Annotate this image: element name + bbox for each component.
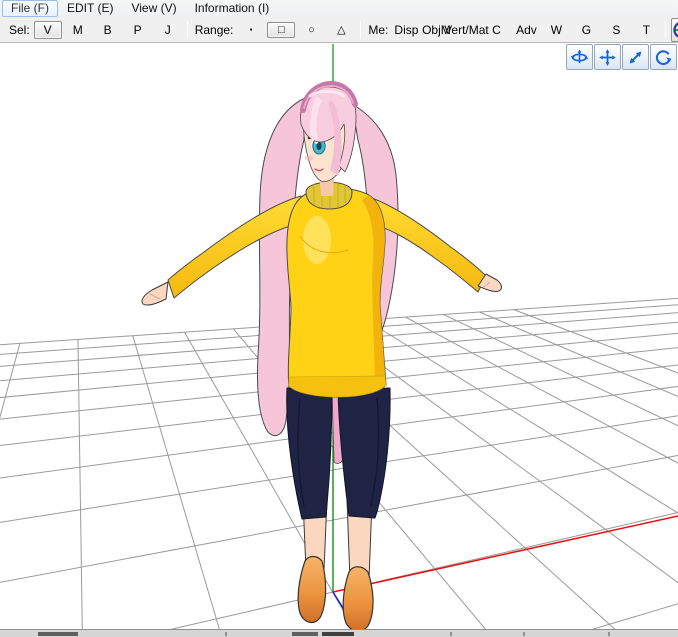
menu-view[interactable]: View (V) bbox=[122, 0, 185, 17]
panel-edge-segment bbox=[38, 632, 78, 636]
range-circle-button[interactable]: ○ bbox=[297, 22, 325, 38]
pan-view-icon bbox=[599, 48, 616, 66]
pants-right-leg bbox=[337, 387, 391, 519]
me-vertmat-button[interactable]: Vert/Mat bbox=[444, 21, 489, 39]
range-point-button[interactable]: · bbox=[237, 20, 265, 39]
sel-label: Sel: bbox=[9, 22, 30, 37]
separator bbox=[665, 20, 667, 39]
range-label: Range: bbox=[194, 22, 234, 37]
menu-bar: File (F) EDIT (E) View (V) Information (… bbox=[0, 0, 678, 17]
orbit-view-button[interactable] bbox=[566, 44, 593, 70]
panel-edge-segment bbox=[292, 632, 318, 636]
axis-gizmo-icon bbox=[673, 22, 678, 37]
viewport-nav-strip bbox=[566, 44, 677, 70]
panel-edge-tick bbox=[225, 632, 227, 636]
menu-information[interactable]: Information (I) bbox=[186, 0, 279, 17]
axis-gizmo-toggle[interactable] bbox=[671, 17, 678, 42]
separator bbox=[360, 20, 362, 39]
sel-physics-button[interactable]: P bbox=[124, 21, 152, 39]
panel-edge-tick bbox=[450, 632, 452, 636]
separator bbox=[186, 20, 188, 39]
me-label: Me: bbox=[368, 22, 389, 37]
panel-edge-tick bbox=[523, 632, 525, 636]
left-shoe bbox=[297, 555, 327, 623]
rotate-view-icon bbox=[655, 49, 672, 65]
sel-vertex-button[interactable]: V bbox=[33, 20, 62, 39]
me-adv-button[interactable]: Adv bbox=[512, 21, 540, 39]
sel-material-button[interactable]: M bbox=[64, 21, 92, 39]
pan-view-button[interactable] bbox=[594, 44, 621, 70]
viewport-canvas[interactable] bbox=[0, 43, 678, 630]
left-hand bbox=[141, 281, 169, 306]
me-w-button[interactable]: W bbox=[542, 21, 570, 39]
menu-file[interactable]: File (F) bbox=[2, 0, 58, 17]
zoom-view-icon bbox=[629, 51, 642, 63]
pants-left-leg bbox=[286, 387, 333, 520]
viewport bbox=[0, 43, 678, 630]
bottom-panel-edge bbox=[0, 629, 678, 637]
zoom-view-button[interactable] bbox=[622, 44, 649, 70]
pmx-editor-window: File (F) EDIT (E) View (V) Information (… bbox=[0, 0, 678, 637]
right-shoe bbox=[342, 566, 374, 630]
range-triangle-button[interactable]: △ bbox=[327, 21, 355, 38]
panel-edge-tick bbox=[608, 632, 610, 636]
sel-joint-button[interactable]: J bbox=[154, 21, 182, 39]
blush-left bbox=[304, 155, 314, 161]
panel-edge-segment bbox=[322, 632, 354, 636]
me-c-button[interactable]: C bbox=[482, 21, 510, 39]
toolbar: Sel: V M B P J Range: · □ ○ △ Me: Disp O… bbox=[0, 17, 678, 43]
menu-edit[interactable]: EDIT (E) bbox=[58, 0, 122, 17]
sel-bone-button[interactable]: B bbox=[94, 21, 122, 39]
orbit-view-icon bbox=[570, 49, 589, 63]
rotate-view-button[interactable] bbox=[650, 44, 677, 70]
sweater-highlight bbox=[303, 216, 331, 264]
me-s-button[interactable]: S bbox=[602, 21, 630, 39]
range-rect-button[interactable]: □ bbox=[267, 21, 296, 38]
me-g-button[interactable]: G bbox=[572, 21, 600, 39]
me-disp-button[interactable]: Disp bbox=[392, 21, 420, 39]
me-t-button[interactable]: T bbox=[632, 21, 660, 39]
